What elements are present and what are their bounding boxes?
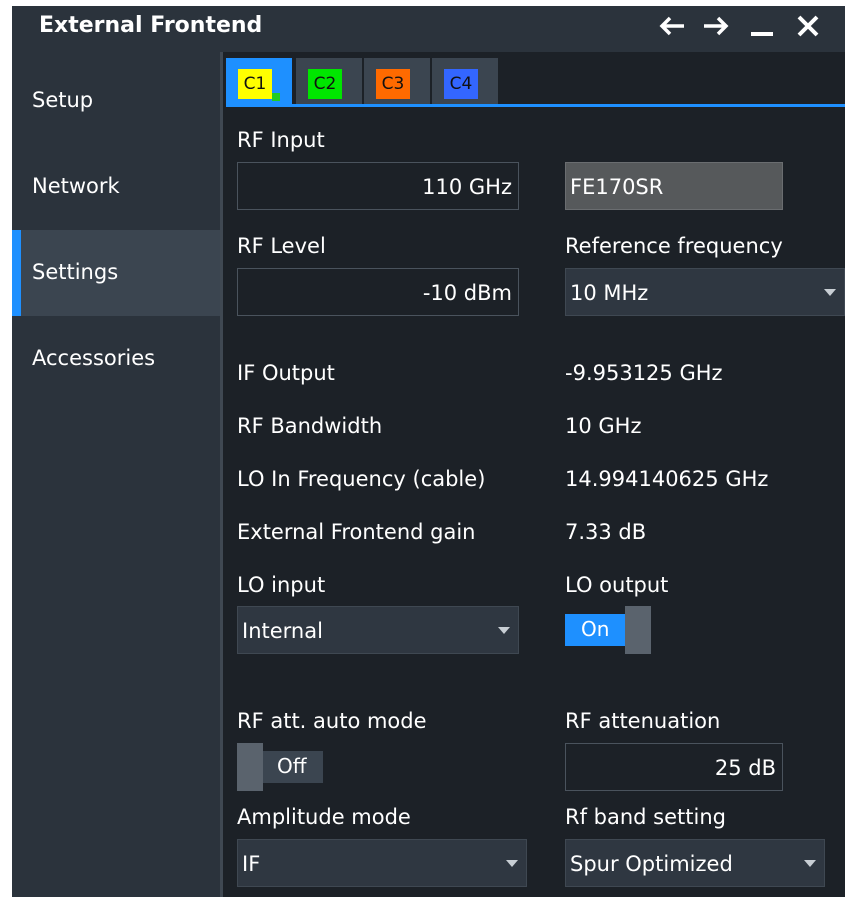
toggle-knob — [625, 606, 651, 654]
sidebar-item-label: Setup — [32, 88, 94, 112]
sidebar: Setup Network Settings Accessories — [12, 52, 220, 897]
lo-input-value: Internal — [242, 619, 323, 643]
sidebar-item-setup[interactable]: Setup — [12, 58, 220, 144]
rf-att-auto-toggle[interactable]: Off — [237, 743, 323, 791]
lo-output-toggle[interactable]: On — [565, 606, 651, 654]
rf-level-value: -10 dBm — [422, 281, 512, 305]
reference-frequency-value: 10 MHz — [570, 281, 649, 305]
rf-attenuation-label: RF attenuation — [565, 709, 721, 733]
if-output-label: IF Output — [237, 361, 335, 385]
toggle-state-label: Off — [277, 754, 307, 778]
rf-input-field[interactable]: 110 GHz — [237, 162, 519, 210]
amplitude-mode-label: Amplitude mode — [237, 805, 411, 829]
lo-input-label: LO input — [237, 573, 326, 597]
rf-att-auto-label: RF att. auto mode — [237, 709, 427, 733]
sidebar-item-accessories[interactable]: Accessories — [12, 316, 220, 402]
sidebar-divider — [220, 52, 223, 897]
chevron-down-icon — [824, 289, 836, 296]
tab-label: C4 — [444, 69, 478, 99]
close-icon[interactable] — [788, 6, 828, 46]
rf-level-label: RF Level — [237, 234, 326, 258]
chevron-down-icon — [804, 860, 816, 867]
rf-bandwidth-label: RF Bandwidth — [237, 414, 383, 438]
rf-level-field[interactable]: -10 dBm — [237, 268, 519, 316]
toggle-off-track: Off — [263, 751, 323, 783]
amplitude-mode-value: IF — [242, 852, 261, 876]
sidebar-item-settings[interactable]: Settings — [12, 230, 220, 316]
tab-c3[interactable]: C3 — [364, 58, 430, 104]
minimize-icon[interactable] — [742, 6, 782, 46]
tab-underline — [226, 104, 845, 107]
rf-attenuation-value: 25 dB — [714, 756, 776, 780]
lo-input-select[interactable]: Internal — [237, 606, 519, 654]
window-title: External Frontend — [39, 13, 263, 38]
toggle-state-label: On — [581, 617, 610, 641]
rf-attenuation-field[interactable]: 25 dB — [565, 743, 783, 791]
forward-arrow-icon[interactable] — [696, 6, 736, 46]
sidebar-item-label: Network — [32, 174, 120, 198]
sidebar-item-label: Settings — [32, 260, 119, 284]
if-output-value: -9.953125 GHz — [565, 361, 723, 385]
title-bar: External Frontend — [12, 6, 845, 52]
lo-output-label: LO output — [565, 573, 669, 597]
frontend-gain-value: 7.33 dB — [565, 520, 647, 544]
rf-band-setting-label: Rf band setting — [565, 805, 726, 829]
frontend-model-value: FE170SR — [570, 175, 664, 199]
rf-band-setting-value: Spur Optimized — [570, 852, 733, 876]
lo-in-frequency-label: LO In Frequency (cable) — [237, 467, 486, 491]
tab-c4[interactable]: C4 — [432, 58, 498, 104]
reference-frequency-select[interactable]: 10 MHz — [565, 268, 845, 316]
tab-label: C1 — [238, 69, 272, 99]
toggle-knob — [237, 743, 263, 791]
toggle-on-track: On — [565, 614, 625, 646]
chevron-down-icon — [498, 627, 510, 634]
tab-c1[interactable]: C1 — [226, 58, 292, 104]
rf-input-label: RF Input — [237, 128, 325, 152]
tab-label: C2 — [308, 69, 342, 99]
rf-band-setting-select[interactable]: Spur Optimized — [565, 839, 825, 887]
reference-frequency-label: Reference frequency — [565, 234, 783, 258]
sidebar-item-label: Accessories — [32, 346, 156, 370]
frontend-model-field: FE170SR — [565, 162, 783, 210]
active-dot-icon — [272, 93, 280, 101]
channel-tabs: C1 C2 C3 C4 — [226, 52, 845, 104]
external-frontend-dialog: External Frontend Setup Network Settings… — [12, 6, 845, 897]
rf-bandwidth-value: 10 GHz — [565, 414, 642, 438]
frontend-gain-label: External Frontend gain — [237, 520, 476, 544]
tab-c2[interactable]: C2 — [296, 58, 362, 104]
active-indicator — [12, 230, 21, 316]
lo-in-frequency-value: 14.994140625 GHz — [565, 467, 769, 491]
amplitude-mode-select[interactable]: IF — [237, 839, 527, 887]
sidebar-item-network[interactable]: Network — [12, 144, 220, 230]
rf-input-value: 110 GHz — [422, 175, 512, 199]
chevron-down-icon — [506, 860, 518, 867]
tab-label: C3 — [376, 69, 410, 99]
back-arrow-icon[interactable] — [652, 6, 692, 46]
